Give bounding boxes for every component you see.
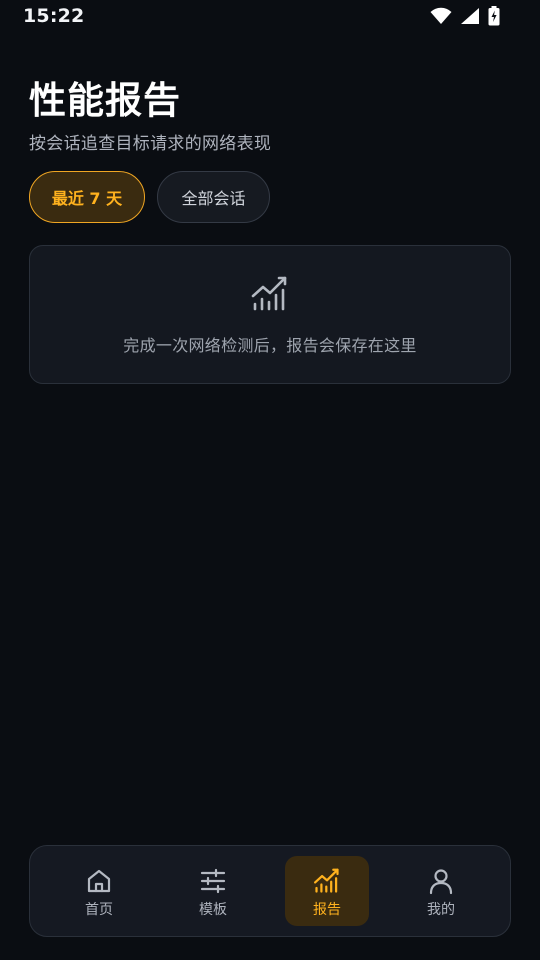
status-icons [430,6,500,26]
status-time: 15:22 [23,5,85,27]
screen: 15:22 性能报告 按会话追查目标请求的网络表现 最近 7 天 全部会话 完成… [0,0,540,960]
filter-chip-last-7-days[interactable]: 最近 7 天 [29,171,145,223]
nav-item-label: 我的 [427,902,455,918]
battery-icon [488,6,500,26]
empty-state-message: 完成一次网络检测后，报告会保存在这里 [123,336,417,355]
signal-icon [461,8,479,24]
user-icon [429,869,453,895]
filter-chip-label: 全部会话 [181,189,246,208]
nav-item-templates[interactable]: 模板 [171,856,255,926]
empty-state-card: 完成一次网络检测后，报告会保存在这里 [29,245,511,384]
nav-item-home[interactable]: 首页 [57,856,141,926]
page-title: 性能报告 [29,79,181,122]
status-bar: 15:22 [0,0,540,34]
nav-item-reports[interactable]: 报告 [285,856,369,926]
sliders-icon [200,868,226,894]
bottom-nav: 首页 模板 报告 我的 [29,845,511,937]
chart-trend-icon [313,868,339,893]
page-subtitle: 按会话追查目标请求的网络表现 [29,134,272,154]
nav-item-label: 模板 [199,902,227,918]
nav-item-mine[interactable]: 我的 [399,856,483,926]
home-icon [87,869,111,893]
wifi-icon [430,7,452,24]
chart-trend-icon [251,276,287,311]
nav-item-label: 报告 [313,902,341,918]
nav-item-label: 首页 [85,902,113,918]
filter-chip-label: 最近 7 天 [51,189,123,208]
filter-chips: 最近 7 天 全部会话 [29,171,270,223]
filter-chip-all-sessions[interactable]: 全部会话 [157,171,270,223]
